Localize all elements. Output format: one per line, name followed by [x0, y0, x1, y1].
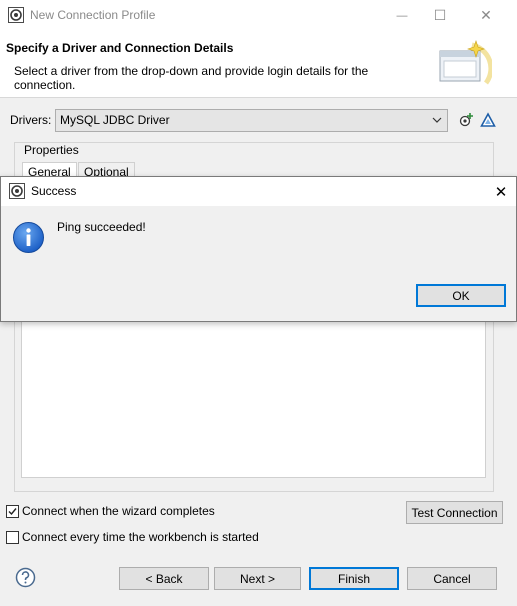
close-button[interactable]: ✕ [463, 0, 509, 31]
drivers-dropdown[interactable]: MySQL JDBC Driver [55, 109, 448, 132]
dialog-close-button[interactable]: ✕ [486, 177, 516, 206]
connect-every-time-label: Connect every time the workbench is star… [22, 530, 259, 544]
checkmark-icon [8, 507, 17, 515]
dialog-body: Ping succeeded! OK [1, 206, 516, 321]
new-driver-icon[interactable] [457, 111, 475, 129]
maximize-button[interactable]: ☐ [417, 0, 463, 31]
connect-every-time-checkbox[interactable] [6, 530, 19, 544]
success-dialog: Success ✕ Ping succeeded! OK [0, 176, 517, 322]
next-button[interactable]: Next > [214, 567, 301, 590]
connect-when-complete-option[interactable]: Connect when the wizard completes [6, 504, 215, 518]
help-icon[interactable] [15, 567, 36, 588]
cancel-button[interactable]: Cancel [407, 567, 497, 590]
edit-driver-icon[interactable] [479, 111, 497, 129]
window-title: New Connection Profile [30, 8, 156, 22]
page-description: Select a driver from the drop-down and p… [14, 64, 369, 92]
dialog-message: Ping succeeded! [57, 220, 146, 234]
info-icon [13, 222, 44, 253]
page-title: Specify a Driver and Connection Details [6, 41, 234, 55]
eclipse-app-icon [8, 7, 24, 23]
maximize-icon: ☐ [433, 7, 447, 23]
general-tab-panel [21, 318, 486, 478]
connect-when-complete-checkbox[interactable] [6, 504, 19, 518]
connect-when-complete-label: Connect when the wizard completes [22, 504, 215, 518]
drivers-selected-value: MySQL JDBC Driver [60, 113, 170, 127]
dialog-title: Success [31, 184, 77, 198]
properties-label: Properties [20, 143, 83, 157]
test-connection-button[interactable]: Test Connection [406, 501, 503, 524]
drivers-label: Drivers: [10, 113, 52, 127]
wizard-banner-icon [439, 40, 492, 85]
dialog-titlebar: Success ✕ [1, 177, 516, 206]
back-button[interactable]: < Back [119, 567, 209, 590]
finish-button[interactable]: Finish [309, 567, 399, 590]
ok-button[interactable]: OK [416, 284, 506, 307]
chevron-down-icon [432, 117, 442, 123]
eclipse-app-icon [9, 183, 25, 199]
wizard-banner: Specify a Driver and Connection Details … [0, 31, 517, 98]
close-icon: ✕ [480, 7, 492, 23]
window-titlebar: New Connection Profile — ☐ ✕ [0, 0, 517, 31]
minimize-icon: — [396, 9, 408, 22]
close-icon: ✕ [494, 183, 508, 201]
connect-every-time-option[interactable]: Connect every time the workbench is star… [6, 530, 259, 544]
